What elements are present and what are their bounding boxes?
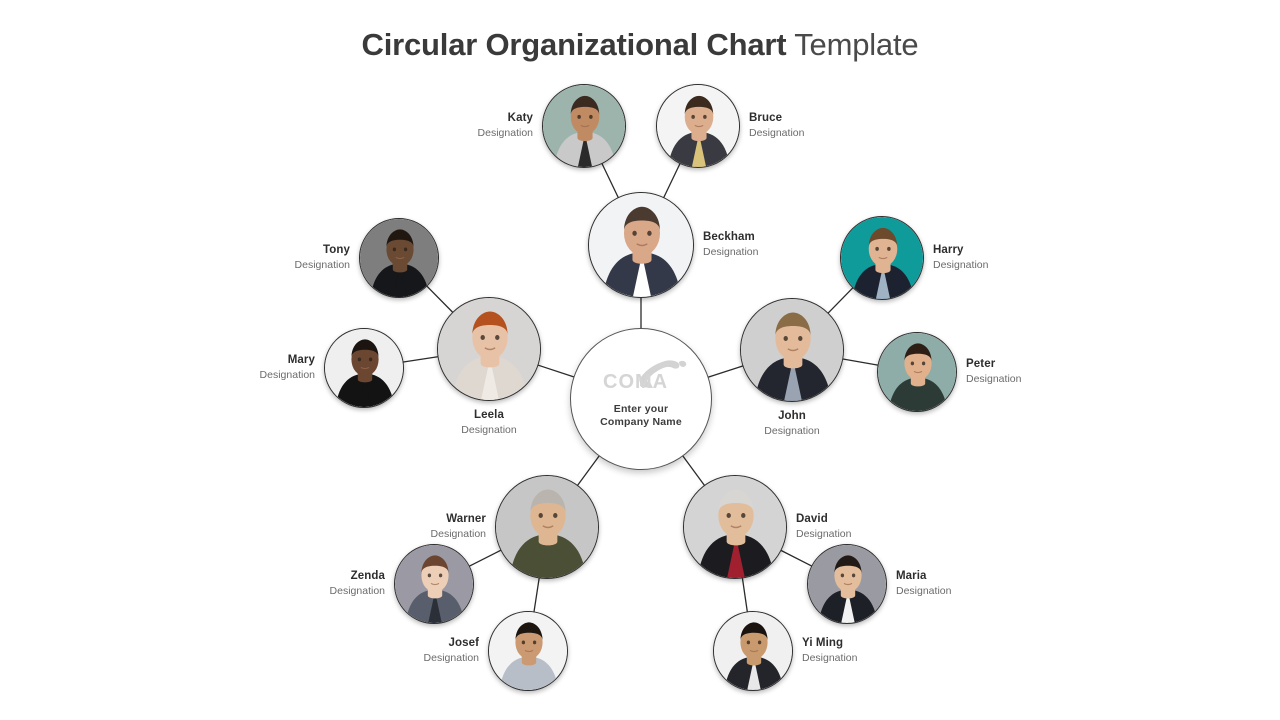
person-node-harry[interactable] bbox=[840, 216, 924, 300]
person-designation-bruce: Designation bbox=[749, 127, 805, 139]
person-name-mary: Mary bbox=[287, 354, 315, 366]
avatar-yiming bbox=[714, 612, 792, 690]
person-name-yiming: Yi Ming bbox=[802, 637, 844, 649]
avatar-katy bbox=[543, 85, 625, 167]
person-node-david[interactable] bbox=[683, 475, 787, 579]
avatar-beckham bbox=[589, 193, 693, 297]
connector-david-to-yiming bbox=[741, 577, 749, 613]
person-name-peter: Peter bbox=[966, 358, 996, 370]
person-label-josef: Josef Designation bbox=[424, 636, 479, 665]
avatar-harry bbox=[841, 217, 923, 299]
person-label-leela: Leela Designation bbox=[409, 408, 569, 437]
person-node-tony[interactable] bbox=[359, 218, 439, 298]
avatar-peter bbox=[878, 333, 956, 411]
connector-center-to-leela bbox=[537, 364, 575, 378]
person-node-mary[interactable] bbox=[324, 328, 404, 408]
person-label-maria: Maria Designation bbox=[896, 569, 951, 598]
person-node-john[interactable] bbox=[740, 298, 844, 402]
puma-cat-logo-icon: COMA bbox=[595, 355, 687, 395]
person-designation-leela: Designation bbox=[461, 424, 517, 436]
person-name-bruce: Bruce bbox=[749, 112, 783, 124]
person-designation-mary: Designation bbox=[259, 369, 315, 381]
person-designation-zenda: Designation bbox=[329, 585, 385, 597]
person-node-leela[interactable] bbox=[437, 297, 541, 401]
person-label-harry: Harry Designation bbox=[933, 243, 988, 272]
person-label-bruce: Bruce Designation bbox=[749, 111, 804, 140]
person-name-tony: Tony bbox=[322, 244, 350, 256]
person-label-beckham: Beckham Designation bbox=[703, 230, 758, 259]
person-node-beckham[interactable] bbox=[588, 192, 694, 298]
connector-beckham-to-bruce bbox=[662, 162, 681, 199]
connector-center-to-warner bbox=[576, 455, 601, 487]
avatar-maria bbox=[808, 545, 886, 623]
person-label-mary: Mary Designation bbox=[260, 353, 315, 382]
person-designation-beckham: Designation bbox=[703, 246, 759, 258]
person-name-maria: Maria bbox=[896, 570, 927, 582]
avatar-david bbox=[684, 476, 786, 578]
connector-center-to-david bbox=[681, 455, 706, 487]
person-designation-harry: Designation bbox=[933, 259, 989, 271]
person-designation-tony: Designation bbox=[294, 259, 350, 271]
avatar-leela bbox=[438, 298, 540, 400]
person-name-warner: Warner bbox=[446, 513, 486, 525]
connector-center-to-john bbox=[707, 365, 744, 379]
avatar-john bbox=[741, 299, 843, 401]
avatar-zenda bbox=[395, 545, 473, 623]
avatar-bruce bbox=[657, 85, 739, 167]
person-label-warner: Warner Designation bbox=[431, 512, 486, 541]
person-node-zenda[interactable] bbox=[394, 544, 474, 624]
avatar-mary bbox=[325, 329, 403, 407]
person-label-yiming: Yi Ming Designation bbox=[802, 636, 857, 665]
organizational-chart: COMA Enter your Company Name Beckham Desi… bbox=[0, 0, 1280, 720]
connector-john-to-peter bbox=[842, 358, 879, 366]
person-label-zenda: Zenda Designation bbox=[330, 569, 385, 598]
svg-text:COMA: COMA bbox=[603, 371, 668, 393]
person-designation-katy: Designation bbox=[477, 127, 533, 139]
avatar-warner bbox=[496, 476, 598, 578]
person-designation-maria: Designation bbox=[896, 585, 952, 597]
person-node-maria[interactable] bbox=[807, 544, 887, 624]
person-designation-peter: Designation bbox=[966, 373, 1022, 385]
connector-beckham-to-katy bbox=[601, 162, 620, 199]
connector-warner-to-zenda bbox=[468, 549, 502, 568]
connector-john-to-harry bbox=[827, 286, 854, 314]
person-label-john: John Designation bbox=[712, 409, 872, 438]
connector-leela-to-mary bbox=[402, 356, 439, 363]
person-name-beckham: Beckham bbox=[703, 231, 755, 243]
person-name-harry: Harry bbox=[933, 244, 964, 256]
person-designation-david: Designation bbox=[796, 528, 852, 540]
person-node-yiming[interactable] bbox=[713, 611, 793, 691]
person-node-peter[interactable] bbox=[877, 332, 957, 412]
person-label-katy: Katy Designation bbox=[478, 111, 533, 140]
center-company-node[interactable]: COMA Enter your Company Name bbox=[570, 328, 712, 470]
person-name-josef: Josef bbox=[448, 637, 479, 649]
person-name-john: John bbox=[778, 410, 806, 422]
company-name-text: Enter your Company Name bbox=[600, 403, 682, 428]
avatar-tony bbox=[360, 219, 438, 297]
person-designation-yiming: Designation bbox=[802, 652, 858, 664]
person-label-tony: Tony Designation bbox=[295, 243, 350, 272]
connector-david-to-maria bbox=[780, 549, 813, 567]
person-designation-warner: Designation bbox=[430, 528, 486, 540]
person-node-katy[interactable] bbox=[542, 84, 626, 168]
person-node-josef[interactable] bbox=[488, 611, 568, 691]
person-name-katy: Katy bbox=[507, 112, 533, 124]
person-node-warner[interactable] bbox=[495, 475, 599, 579]
person-designation-josef: Designation bbox=[423, 652, 479, 664]
person-name-zenda: Zenda bbox=[350, 570, 385, 582]
avatar-josef bbox=[489, 612, 567, 690]
connector-leela-to-tony bbox=[425, 285, 454, 314]
person-label-david: David Designation bbox=[796, 512, 851, 541]
person-designation-john: Designation bbox=[764, 425, 820, 437]
person-node-bruce[interactable] bbox=[656, 84, 740, 168]
person-name-leela: Leela bbox=[474, 409, 504, 421]
connector-warner-to-josef bbox=[533, 577, 540, 613]
person-name-david: David bbox=[796, 513, 828, 525]
person-label-peter: Peter Designation bbox=[966, 357, 1021, 386]
